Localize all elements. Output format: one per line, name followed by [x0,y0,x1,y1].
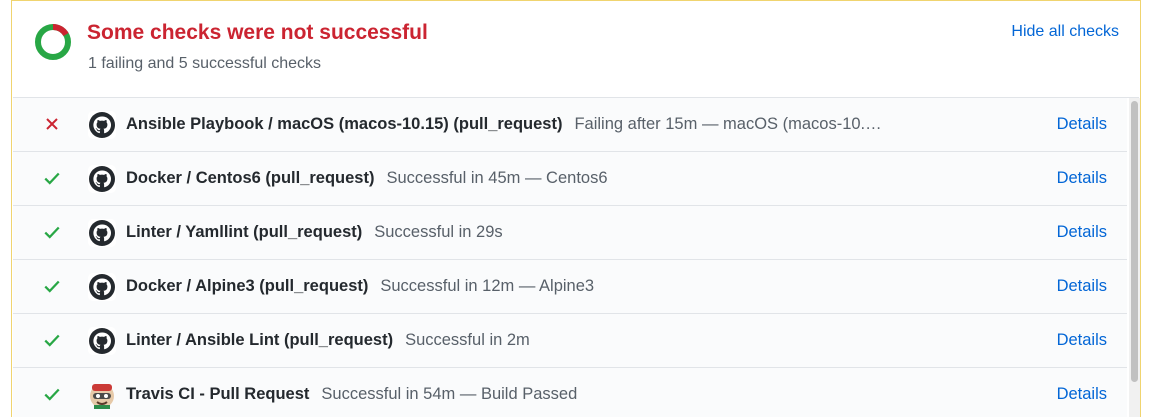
github-icon [88,165,116,193]
check-row: Linter / Yamllint (pull_request) Successf… [13,206,1127,260]
check-name: Linter / Yamllint (pull_request) Successf… [126,223,503,242]
check-name-text: Ansible Playbook / macOS (macos-10.15) (… [126,115,563,133]
details-link[interactable]: Details [1057,331,1107,350]
check-name-text: Travis CI - Pull Request [126,385,310,403]
check-row: Linter / Ansible Lint (pull_request) Succ… [13,314,1127,368]
checks-panel: Some checks were not successful 1 failin… [11,0,1141,417]
checks-list: Ansible Playbook / macOS (macos-10.15) (… [13,98,1127,417]
travis-ci-icon [88,381,116,409]
check-row: Ansible Playbook / macOS (macos-10.15) (… [13,98,1127,152]
check-description: Successful in 54m — Build Passed [321,385,578,403]
check-description: Successful in 2m [405,331,530,349]
github-icon [88,111,116,139]
check-description: Successful in 12m — Alpine3 [380,277,595,295]
details-link[interactable]: Details [1057,115,1107,134]
scrollbar-thumb[interactable] [1131,101,1138,382]
check-icon [43,223,61,241]
github-icon [88,327,116,355]
checks-list-scrollbar[interactable] [1129,98,1140,417]
check-name: Docker / Alpine3 (pull_request) Successfu… [126,277,594,296]
checks-summary-header: Some checks were not successful 1 failin… [13,1,1139,98]
check-row: Travis CI - Pull Request Successful in 54… [13,368,1127,417]
checks-status-subtitle: 1 failing and 5 successful checks [88,55,322,72]
check-icon [43,385,61,403]
check-name: Linter / Ansible Lint (pull_request) Succ… [126,331,530,350]
check-name: Travis CI - Pull Request Successful in 54… [126,385,577,404]
check-name: Docker / Centos6 (pull_request) Successfu… [126,169,608,188]
details-link[interactable]: Details [1057,385,1107,404]
check-icon [43,277,61,295]
check-description: Failing after 15m — macOS (macos-10.… [574,115,882,133]
check-name-text: Docker / Centos6 (pull_request) [126,169,375,187]
check-description: Successful in 29s [374,223,503,241]
checks-status-title: Some checks were not successful [87,21,428,44]
status-donut-icon [35,23,71,60]
github-icon [88,273,116,301]
x-icon [43,115,61,133]
details-link[interactable]: Details [1057,223,1107,242]
check-description: Successful in 45m — Centos6 [386,169,608,187]
github-icon [88,219,116,247]
check-name: Ansible Playbook / macOS (macos-10.15) (… [126,115,882,134]
check-name-text: Docker / Alpine3 (pull_request) [126,277,369,295]
hide-all-checks-link[interactable]: Hide all checks [1011,23,1119,41]
check-name-text: Linter / Ansible Lint (pull_request) [126,331,394,349]
details-link[interactable]: Details [1057,169,1107,188]
check-icon [43,169,61,187]
details-link[interactable]: Details [1057,277,1107,296]
check-row: Docker / Centos6 (pull_request) Successfu… [13,152,1127,206]
check-row: Docker / Alpine3 (pull_request) Successfu… [13,260,1127,314]
check-name-text: Linter / Yamllint (pull_request) [126,223,363,241]
check-icon [43,331,61,349]
